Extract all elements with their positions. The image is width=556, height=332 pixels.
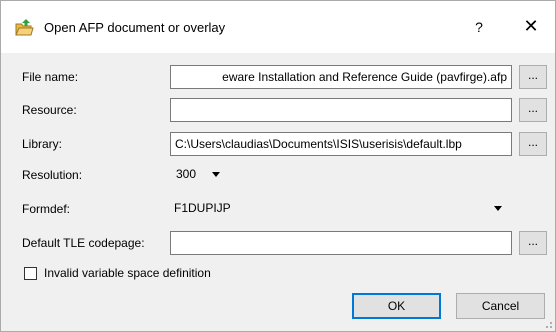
close-button[interactable]: ✕ <box>519 15 543 39</box>
file-name-input[interactable]: eware Installation and Reference Guide (… <box>170 65 512 89</box>
resolution-value: 300 <box>176 167 197 181</box>
resource-browse-button[interactable]: ... <box>519 98 547 122</box>
dialog-title: Open AFP document or overlay <box>44 20 226 35</box>
help-button[interactable]: ? <box>467 15 491 39</box>
resolution-select[interactable]: 300 <box>170 162 228 186</box>
chevron-down-icon <box>494 206 502 211</box>
resolution-label: Resolution: <box>22 168 83 182</box>
cancel-button[interactable]: Cancel <box>456 293 545 319</box>
title-bar: Open AFP document or overlay ? ✕ <box>1 1 555 53</box>
library-browse-button[interactable]: ... <box>519 132 547 156</box>
ok-button[interactable]: OK <box>352 293 441 319</box>
chevron-down-icon <box>212 172 220 177</box>
library-label: Library: <box>22 137 63 151</box>
folder-open-icon <box>15 19 34 36</box>
formdef-value: F1DUPIJP <box>174 201 231 215</box>
default-tle-codepage-browse-button[interactable]: ... <box>519 231 547 255</box>
open-afp-dialog: Open AFP document or overlay ? ✕ File na… <box>0 0 556 332</box>
resource-label: Resource: <box>22 103 77 117</box>
default-tle-codepage-input[interactable] <box>170 231 512 255</box>
resource-input[interactable] <box>170 98 512 122</box>
file-name-label: File name: <box>22 70 79 84</box>
file-name-browse-button[interactable]: ... <box>519 65 547 89</box>
library-input[interactable]: C:\Users\claudias\Documents\ISIS\userisi… <box>170 132 512 156</box>
resize-grip-icon[interactable] <box>543 319 553 329</box>
invalid-variable-space-checkbox[interactable] <box>24 267 37 280</box>
formdef-label: Formdef: <box>22 202 71 216</box>
default-tle-codepage-label: Default TLE codepage: <box>22 236 145 250</box>
invalid-variable-space-label[interactable]: Invalid variable space definition <box>44 266 211 280</box>
formdef-select[interactable]: F1DUPIJP <box>170 196 512 220</box>
